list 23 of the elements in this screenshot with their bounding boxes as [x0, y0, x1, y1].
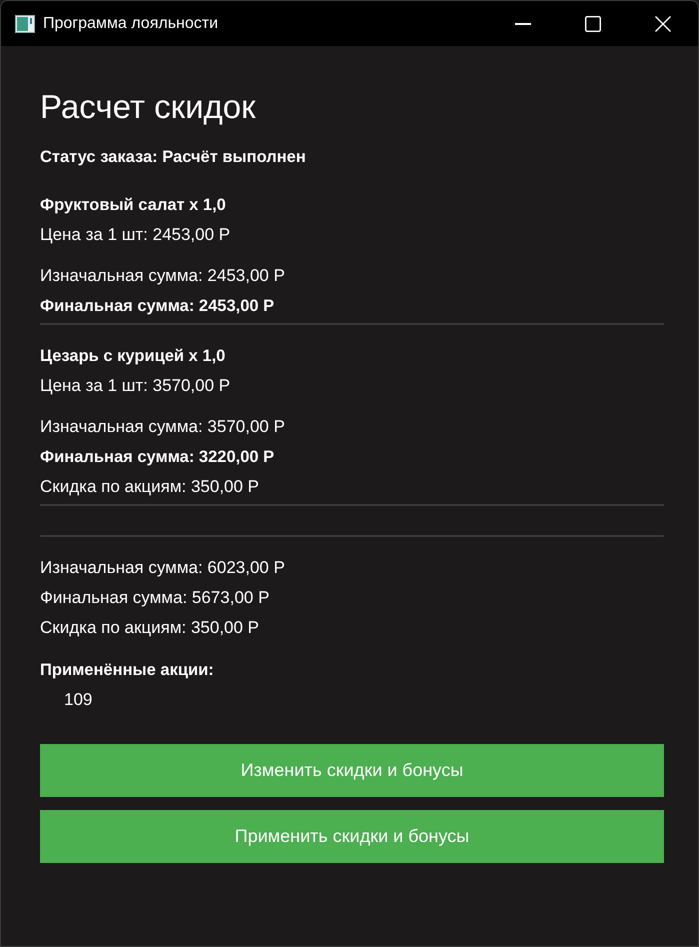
- app-icon: [15, 14, 35, 32]
- minimize-icon: [515, 22, 531, 24]
- window-title: Программа лояльности: [43, 14, 218, 34]
- action-button[interactable]: Применить скидки и бонусы: [40, 810, 664, 863]
- order-status: Статус заказа: Расчёт выполнен: [40, 147, 306, 168]
- amount-text: Изначальная сумма: 2453,00 Р: [40, 265, 285, 287]
- promotions-heading: Применённые акции:: [40, 660, 214, 681]
- maximize-icon: [585, 16, 601, 32]
- amount-text: Цена за 1 шт: 3570,00 Р: [40, 375, 230, 397]
- amount-text: Финальная сумма: 3220,00 Р: [40, 447, 274, 468]
- amount-text: Финальная сумма: 2453,00 Р: [40, 296, 274, 317]
- promotion-code: 109: [64, 689, 92, 711]
- total-text: Изначальная сумма: 6023,00 Р: [40, 557, 285, 579]
- page-heading: Расчет скидок: [40, 87, 256, 127]
- amount-text: Скидка по акциям: 350,00 Р: [40, 476, 260, 498]
- item-name: Цезарь с курицей x 1,0: [40, 346, 226, 367]
- action-button[interactable]: Изменить скидки и бонусы: [40, 744, 664, 797]
- amount-text: Цена за 1 шт: 2453,00 Р: [40, 224, 230, 246]
- item-name: Фруктовый салат x 1,0: [40, 195, 226, 216]
- total-text: Финальная сумма: 5673,00 Р: [40, 587, 270, 609]
- total-text: Скидка по акциям: 350,00 Р: [40, 617, 260, 639]
- close-icon: [655, 16, 671, 32]
- amount-text: Изначальная сумма: 3570,00 Р: [40, 416, 285, 438]
